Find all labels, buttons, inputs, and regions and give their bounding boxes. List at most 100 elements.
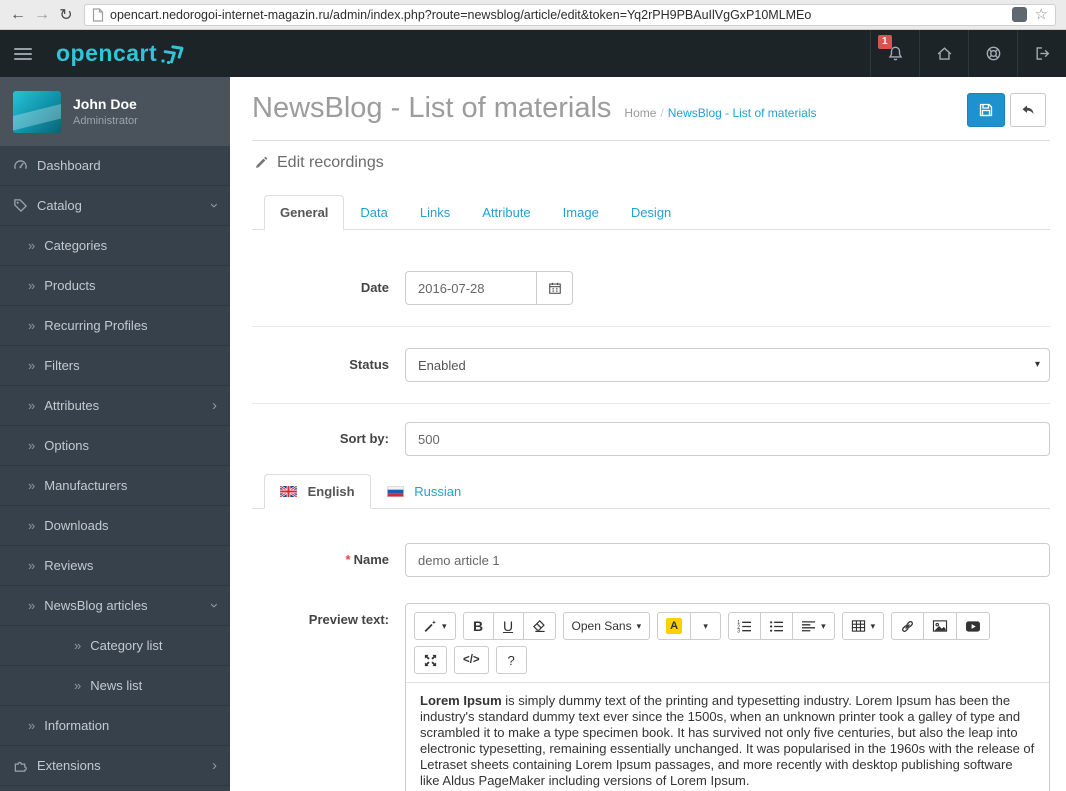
language-tab-label: English bbox=[307, 484, 355, 499]
help-group: ? bbox=[495, 646, 527, 674]
editor-content[interactable]: Lorem Ipsum is simply dummy text of the … bbox=[406, 683, 1049, 791]
support-button[interactable] bbox=[968, 30, 1017, 77]
sidebar-item-reviews[interactable]: » Reviews bbox=[0, 546, 230, 586]
sidebar-item-dashboard[interactable]: Dashboard bbox=[0, 146, 230, 186]
name-label-text: Name bbox=[353, 552, 389, 567]
panel-heading: Edit recordings bbox=[252, 141, 1050, 185]
tab-attribute[interactable]: Attribute bbox=[466, 195, 546, 230]
sidebar-item-products[interactable]: » Products bbox=[0, 266, 230, 306]
address-bar[interactable]: opencart.nedorogoi-internet-magazin.ru/a… bbox=[84, 3, 1056, 26]
page-icon bbox=[92, 7, 104, 22]
user-role: Administrator bbox=[73, 115, 138, 127]
align-dropdown-button[interactable]: ▾ bbox=[792, 612, 835, 640]
main-tabs: General Data Links Attribute Image Desig… bbox=[252, 195, 1050, 230]
user-profile: John Doe Administrator bbox=[0, 77, 230, 146]
tab-language-russian[interactable]: Russian bbox=[371, 474, 478, 509]
name-input[interactable] bbox=[405, 543, 1050, 577]
tab-design[interactable]: Design bbox=[615, 195, 687, 230]
editor-paragraph: Lorem Ipsum is simply dummy text of the … bbox=[420, 693, 1035, 789]
sidebar-item-newsblog-articles[interactable]: » NewsBlog articles › bbox=[0, 586, 230, 626]
video-button[interactable] bbox=[956, 612, 991, 640]
font-family-dropdown[interactable]: Open Sans ▾ bbox=[562, 612, 651, 640]
menu-toggle-button[interactable] bbox=[0, 30, 46, 77]
language-tab-content: *Name Preview text: bbox=[252, 509, 1050, 791]
language-tab-label: Russian bbox=[414, 484, 462, 499]
sidebar-item-recurring-profiles[interactable]: » Recurring Profiles bbox=[0, 306, 230, 346]
bookmark-star-icon[interactable]: ☆ bbox=[1035, 7, 1048, 22]
underline-button[interactable]: U bbox=[492, 612, 524, 640]
angle-double-right-icon: » bbox=[28, 358, 36, 373]
style-dropdown-button[interactable]: ▾ bbox=[414, 612, 456, 640]
browser-refresh-button[interactable]: ↻ bbox=[54, 5, 78, 25]
align-left-icon bbox=[801, 620, 816, 633]
back-button[interactable] bbox=[1010, 93, 1046, 127]
tab-links[interactable]: Links bbox=[404, 195, 466, 230]
sidebar-item-downloads[interactable]: » Downloads bbox=[0, 506, 230, 546]
fullscreen-button[interactable] bbox=[414, 646, 447, 674]
notifications-button[interactable]: 1 bbox=[870, 30, 919, 77]
sidebar-item-categories[interactable]: » Categories bbox=[0, 226, 230, 266]
text-color-button[interactable]: A bbox=[657, 612, 692, 640]
home-button[interactable] bbox=[919, 30, 968, 77]
tab-general[interactable]: General bbox=[264, 195, 345, 230]
breadcrumb-current-link[interactable]: NewsBlog - List of materials bbox=[668, 106, 817, 120]
sidebar-item-options[interactable]: » Options bbox=[0, 426, 230, 466]
opencart-logo[interactable]: opencart bbox=[56, 40, 193, 67]
calendar-icon bbox=[548, 281, 562, 295]
sidebar-item-attributes[interactable]: » Attributes › bbox=[0, 386, 230, 426]
sort-control bbox=[405, 422, 1050, 456]
sign-out-icon bbox=[1034, 45, 1051, 62]
sidebar-item-news-list[interactable]: » News list bbox=[0, 666, 230, 706]
code-view-button[interactable]: </> bbox=[454, 646, 489, 674]
table-dropdown-button[interactable]: ▾ bbox=[841, 612, 885, 640]
angle-double-right-icon: » bbox=[28, 598, 36, 613]
table-group: ▾ bbox=[841, 612, 885, 640]
unordered-list-button[interactable] bbox=[760, 612, 794, 640]
sidebar-item-label: Dashboard bbox=[37, 158, 101, 173]
sidebar-item-manufacturers[interactable]: » Manufacturers bbox=[0, 466, 230, 506]
breadcrumb-home-link[interactable]: Home bbox=[624, 106, 656, 120]
status-select[interactable]: Enabled ▾ bbox=[405, 348, 1050, 382]
browser-back-button[interactable]: ← bbox=[6, 6, 30, 24]
sidebar-menu: Dashboard Catalog › » Categories » Produ… bbox=[0, 146, 230, 786]
sidebar-item-extensions[interactable]: Extensions › bbox=[0, 746, 230, 786]
tab-language-english[interactable]: English bbox=[264, 474, 371, 509]
sidebar: John Doe Administrator Dashboard Catalog bbox=[0, 77, 230, 791]
date-input[interactable] bbox=[405, 271, 537, 305]
date-label: Date bbox=[360, 280, 389, 295]
remove-format-button[interactable] bbox=[522, 612, 556, 640]
sort-input[interactable] bbox=[405, 422, 1050, 456]
user-info: John Doe Administrator bbox=[73, 96, 138, 127]
logout-button[interactable] bbox=[1017, 30, 1066, 77]
header-buttons bbox=[967, 93, 1046, 127]
text-color-caret-button[interactable]: ▾ bbox=[690, 612, 722, 640]
toolbar-row-2: </> ? bbox=[414, 646, 1041, 674]
edit-form: Date 2016-07-28 Status Enabled ▾ Sort by… bbox=[252, 230, 1050, 791]
sidebar-item-label: Catalog bbox=[37, 198, 82, 213]
link-button[interactable] bbox=[891, 612, 925, 640]
tab-data[interactable]: Data bbox=[344, 195, 403, 230]
chevron-down-icon: › bbox=[206, 603, 223, 608]
sidebar-item-category-list[interactable]: » Category list bbox=[0, 626, 230, 666]
extension-icon[interactable] bbox=[1011, 7, 1027, 22]
browser-forward-button[interactable]: → bbox=[30, 6, 54, 24]
sidebar-item-catalog[interactable]: Catalog › bbox=[0, 186, 230, 226]
angle-double-right-icon: » bbox=[74, 678, 82, 693]
tab-image[interactable]: Image bbox=[547, 195, 615, 230]
sidebar-item-filters[interactable]: » Filters bbox=[0, 346, 230, 386]
sidebar-item-information[interactable]: » Information bbox=[0, 706, 230, 746]
ordered-list-button[interactable]: 123 bbox=[728, 612, 762, 640]
panel-title: Edit recordings bbox=[277, 154, 384, 171]
help-button[interactable]: ? bbox=[495, 646, 527, 674]
page-header: NewsBlog - List of materials Home / NewsBlo… bbox=[252, 77, 1050, 140]
bold-button[interactable]: B bbox=[462, 612, 494, 640]
image-button[interactable] bbox=[923, 612, 958, 640]
angle-double-right-icon: » bbox=[28, 278, 36, 293]
font-style-group: B U bbox=[462, 612, 556, 640]
page-layout: John Doe Administrator Dashboard Catalog bbox=[0, 77, 1066, 791]
angle-double-right-icon: » bbox=[74, 638, 82, 653]
color-group: A ▾ bbox=[657, 612, 722, 640]
browser-toolbar: ← → ↻ opencart.nedorogoi-internet-magazi… bbox=[0, 0, 1066, 30]
save-button[interactable] bbox=[967, 93, 1005, 127]
calendar-button[interactable] bbox=[537, 271, 573, 305]
